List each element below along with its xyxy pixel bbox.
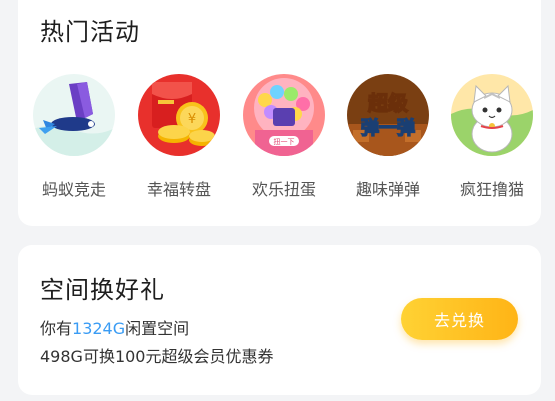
idle-space-prefix: 你有 bbox=[40, 319, 73, 338]
activity-label: 幸福转盘 bbox=[146, 180, 211, 199]
bounce-game-icon: 超级 弹一弹 bbox=[347, 74, 429, 156]
red-envelope-coins-icon: ¥ bbox=[138, 74, 220, 156]
activity-label: 趣味弹弹 bbox=[355, 180, 420, 199]
gashapon-badge-text: 扭一下 bbox=[274, 137, 295, 146]
activity-ant-race[interactable]: 蚂蚁竞走 bbox=[29, 74, 119, 200]
idle-space-amount: 1324G bbox=[72, 319, 126, 338]
activity-label: 疯狂撸猫 bbox=[459, 180, 524, 199]
activity-label: 蚂蚁竞走 bbox=[41, 180, 106, 199]
activity-lucky-wheel[interactable]: ¥ 幸福转盘 bbox=[134, 74, 224, 200]
cat-icon bbox=[451, 74, 533, 156]
svg-text:¥: ¥ bbox=[188, 112, 196, 127]
hot-activities-card: 热门活动 蚂蚁竞走 ¥ 幸福转盘 扭一下 欢乐扭蛋 超级 弹一弹 趣味弹弹 疯狂… bbox=[18, 0, 541, 226]
bounce-art-top: 超级 bbox=[367, 91, 408, 115]
space-exchange-title: 空间换好礼 bbox=[40, 276, 165, 304]
space-exchange-card: 空间换好礼 你有1324G闲置空间 498G可换100元超级会员优惠券 去兑换 bbox=[18, 245, 541, 395]
hot-activities-title: 热门活动 bbox=[40, 18, 140, 46]
activity-label: 欢乐扭蛋 bbox=[251, 180, 316, 199]
gashapon-machine-icon: 扭一下 bbox=[243, 74, 325, 156]
ant-race-icon bbox=[33, 74, 115, 156]
activity-cat[interactable]: 疯狂撸猫 bbox=[447, 74, 537, 200]
activity-bounce-game[interactable]: 超级 弹一弹 趣味弹弹 bbox=[343, 74, 433, 200]
bounce-art-bottom: 弹一弹 bbox=[361, 117, 415, 139]
idle-space-suffix: 闲置空间 bbox=[125, 319, 190, 338]
idle-space-text: 你有1324G闲置空间 bbox=[40, 315, 189, 339]
redeem-button[interactable]: 去兑换 bbox=[401, 298, 518, 340]
activity-gashapon[interactable]: 扭一下 欢乐扭蛋 bbox=[239, 74, 329, 200]
exchange-offer-text: 498G可换100元超级会员优惠券 bbox=[40, 347, 274, 366]
